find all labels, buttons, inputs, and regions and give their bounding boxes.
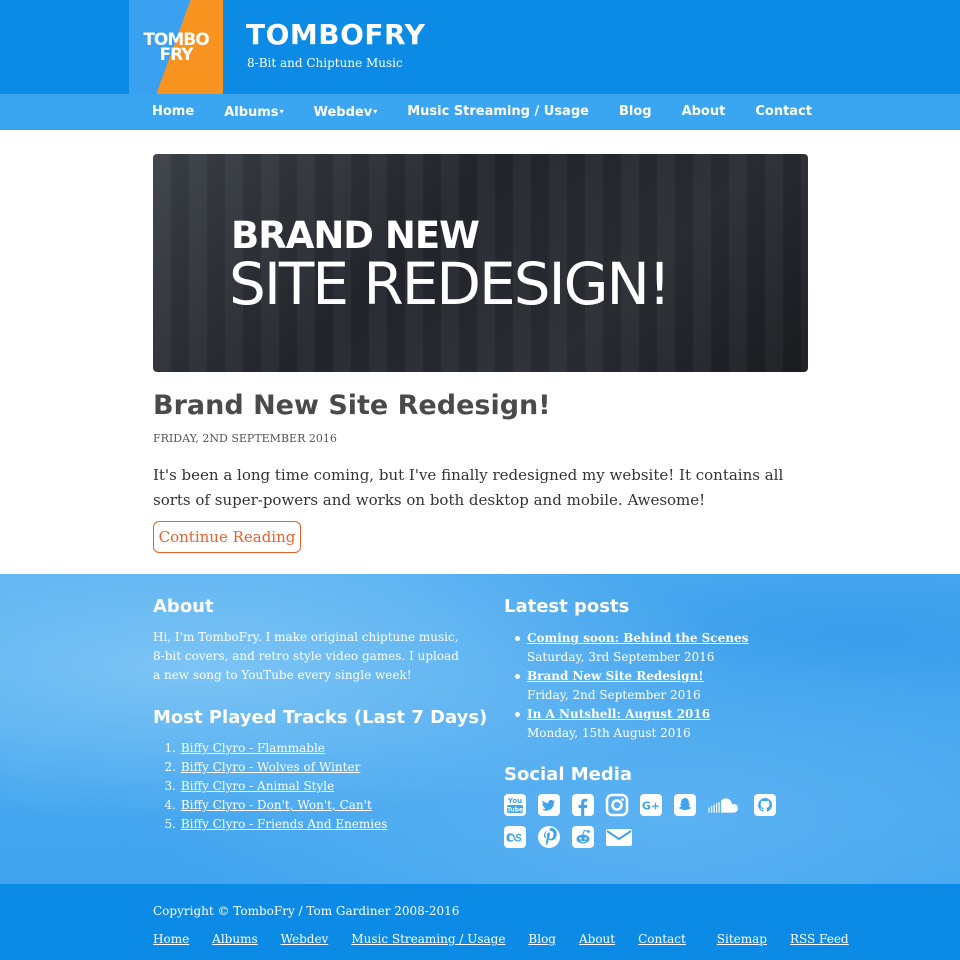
track-link[interactable]: Biffy Clyro - Flammable xyxy=(181,741,325,755)
latest-post-date: Saturday, 3rd September 2016 xyxy=(527,650,715,664)
site-tagline: 8-Bit and Chiptune Music xyxy=(247,56,403,70)
copyright: Copyright © TomboFry / Tom Gardiner 2008… xyxy=(153,904,460,918)
google-plus-icon[interactable]: G+ xyxy=(639,793,663,817)
nav-item-label: Blog xyxy=(618,104,652,119)
nav-item-label: About xyxy=(681,104,726,119)
track-item: 4. Biffy Clyro - Don't, Won't, Can't xyxy=(160,796,387,815)
instagram-icon[interactable] xyxy=(605,793,629,817)
latest-post-item: Coming soon: Behind the Scenes Saturday, … xyxy=(513,629,748,667)
latest-posts-heading: Latest posts xyxy=(504,596,630,617)
site-logo[interactable]: TOMBO FRY xyxy=(129,0,223,94)
track-link[interactable]: Biffy Clyro - Animal Style xyxy=(181,779,334,793)
email-icon[interactable] xyxy=(605,825,633,849)
nav-item-contact[interactable]: Contact xyxy=(740,94,827,130)
footer-link-about[interactable]: About xyxy=(579,932,615,946)
latest-posts-list: Coming soon: Behind the Scenes Saturday, … xyxy=(513,629,748,743)
site-title[interactable]: TOMBOFRY xyxy=(246,18,425,51)
nav-item-label: Albums xyxy=(224,105,279,120)
nav-item-blog[interactable]: Blog xyxy=(604,94,667,130)
nav-item-music-streaming-usage[interactable]: Music Streaming / Usage xyxy=(392,94,604,130)
footer-link-contact[interactable]: Contact xyxy=(638,932,686,946)
track-link[interactable]: Biffy Clyro - Wolves of Winter xyxy=(181,760,360,774)
hero-image[interactable]: BRAND NEW SITE REDESIGN! xyxy=(153,154,808,372)
reddit-icon[interactable] xyxy=(571,825,595,849)
latest-post-item: In A Nutshell: August 2016 Monday, 15th A… xyxy=(513,705,748,743)
latest-post-link[interactable]: Brand New Site Redesign! xyxy=(527,669,704,683)
track-item: 2. Biffy Clyro - Wolves of Winter xyxy=(160,758,387,777)
footer-widgets: About Hi, I'm TomboFry. I make original … xyxy=(0,574,960,884)
track-number: 3. xyxy=(164,779,176,793)
youtube-icon-text-2: Tube xyxy=(507,807,523,814)
footer-link-blog[interactable]: Blog xyxy=(528,932,556,946)
github-icon[interactable] xyxy=(753,793,777,817)
site-header: TOMBO FRY TOMBOFRY 8-Bit and Chiptune Mu… xyxy=(0,0,960,94)
track-number: 1. xyxy=(164,741,176,755)
latest-post-item: Brand New Site Redesign! Friday, 2nd Sept… xyxy=(513,667,748,705)
nav-item-label: Webdev xyxy=(313,105,373,120)
youtube-icon-text-1: You xyxy=(507,797,522,805)
track-link[interactable]: Biffy Clyro - Don't, Won't, Can't xyxy=(181,798,372,812)
soundcloud-icon[interactable] xyxy=(707,793,743,817)
facebook-icon[interactable] xyxy=(571,793,595,817)
nav-item-label: Contact xyxy=(755,104,812,119)
social-row-2 xyxy=(503,825,793,857)
google-plus-icon-text: G+ xyxy=(642,800,660,813)
latest-post-link[interactable]: In A Nutshell: August 2016 xyxy=(527,707,710,721)
footer-link-music-streaming-usage[interactable]: Music Streaming / Usage xyxy=(351,932,505,946)
social-icons: You Tube G+ xyxy=(503,793,793,857)
tracks-heading: Most Played Tracks (Last 7 Days) xyxy=(153,707,488,728)
nav-item-webdev[interactable]: Webdev▾ xyxy=(299,94,393,130)
post-title[interactable]: Brand New Site Redesign! xyxy=(153,390,551,421)
track-number: 2. xyxy=(164,760,176,774)
youtube-icon[interactable]: You Tube xyxy=(503,793,527,817)
about-heading: About xyxy=(153,596,214,617)
continue-reading-button[interactable]: Continue Reading xyxy=(153,521,301,553)
caret-down-icon: ▾ xyxy=(279,107,284,116)
footer-links: Home Albums Webdev Music Streaming / Usage B… xyxy=(153,932,849,946)
lastfm-icon[interactable] xyxy=(503,825,527,849)
nav-item-about[interactable]: About xyxy=(667,94,741,130)
social-heading: Social Media xyxy=(504,764,633,785)
latest-post-link[interactable]: Coming soon: Behind the Scenes xyxy=(527,631,748,645)
tracks-list: 1. Biffy Clyro - Flammable 2. Biffy Clyro… xyxy=(160,739,388,834)
track-link[interactable]: Biffy Clyro - Friends And Enemies xyxy=(181,817,388,831)
post-excerpt: It's been a long time coming, but I've f… xyxy=(153,466,784,509)
hero-line-2: SITE REDESIGN! xyxy=(229,250,671,318)
nav-item-label: Home xyxy=(152,104,195,119)
caret-down-icon: ▾ xyxy=(373,107,378,116)
footer-link-sitemap[interactable]: Sitemap xyxy=(717,932,767,946)
nav-item-home[interactable]: Home xyxy=(129,94,209,130)
logo-text: TOMBO FRY xyxy=(129,32,223,65)
nav-item-label: Music Streaming / Usage xyxy=(407,104,589,119)
latest-post-date: Monday, 15th August 2016 xyxy=(527,726,691,740)
about-text: Hi, I'm TomboFry. I make original chiptu… xyxy=(153,630,459,682)
main-nav: Home Albums▾ Webdev▾ Music Streaming / Usag… xyxy=(0,94,960,130)
pinterest-icon[interactable] xyxy=(537,825,561,849)
snapchat-icon[interactable] xyxy=(673,793,697,817)
footer-link-rss-feed[interactable]: RSS Feed xyxy=(790,932,849,946)
social-row-1: You Tube G+ xyxy=(503,793,793,825)
track-item: 3. Biffy Clyro - Animal Style xyxy=(160,777,387,796)
footer-link-home[interactable]: Home xyxy=(153,932,189,946)
post-date: FRIDAY, 2ND SEPTEMBER 2016 xyxy=(153,432,337,445)
nav-item-albums[interactable]: Albums▾ xyxy=(209,94,298,130)
track-item: 5. Biffy Clyro - Friends And Enemies xyxy=(160,815,388,834)
footer-link-albums[interactable]: Albums xyxy=(212,932,257,946)
logo-text-line-2: FRY xyxy=(159,45,193,65)
footer-link-webdev[interactable]: Webdev xyxy=(281,932,329,946)
footer-bottom: Copyright © TomboFry / Tom Gardiner 2008… xyxy=(0,884,960,960)
track-item: 1. Biffy Clyro - Flammable xyxy=(160,739,387,758)
track-number: 4. xyxy=(164,798,176,812)
latest-post-date: Friday, 2nd September 2016 xyxy=(527,688,701,702)
twitter-icon[interactable] xyxy=(537,793,561,817)
track-number: 5. xyxy=(164,817,176,831)
